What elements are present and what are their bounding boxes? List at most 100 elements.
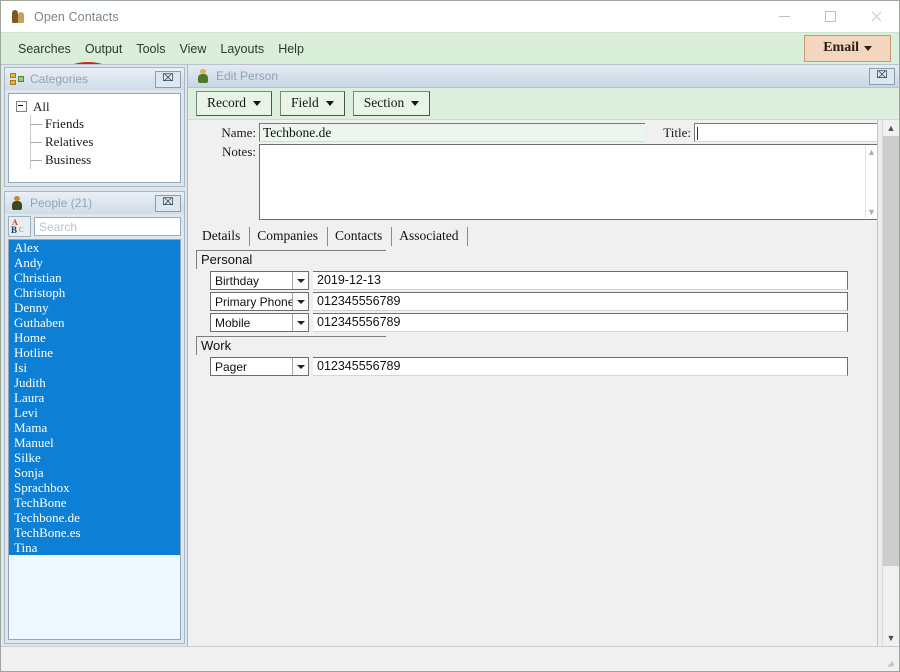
minimize-button[interactable] [761, 1, 807, 32]
list-item[interactable]: Alex [9, 240, 180, 255]
list-item[interactable]: Home [9, 330, 180, 345]
people-icon [10, 195, 25, 211]
list-item[interactable]: Sonja [9, 465, 180, 480]
list-item[interactable]: Hotline [9, 345, 180, 360]
chevron-down-icon[interactable] [292, 272, 308, 289]
list-item[interactable]: Christian [9, 270, 180, 285]
notes-label: Notes: [222, 144, 256, 159]
window-controls [761, 1, 899, 32]
section-menu-label: Section [363, 95, 405, 110]
list-item[interactable]: Silke [9, 450, 180, 465]
app-icon [10, 9, 26, 25]
tab-associated[interactable]: Associated [392, 227, 469, 246]
list-item[interactable]: Denny [9, 300, 180, 315]
field-value-pager[interactable]: 012345556789 [313, 357, 848, 376]
tree-node-all[interactable]: All [12, 98, 177, 115]
tab-companies[interactable]: Companies [250, 227, 328, 246]
list-item[interactable]: Sprachbox [9, 480, 180, 495]
resize-grip-icon[interactable] [884, 657, 896, 669]
content-vertical-scrollbar[interactable]: ▲ ▼ [882, 120, 899, 646]
list-item[interactable]: Levi [9, 405, 180, 420]
people-panel: People (21) ⌧ A B C Search Alex Andy Chris… [4, 191, 185, 644]
notes-scroll-up-icon[interactable]: ▲ [867, 148, 876, 157]
menu-item-searches[interactable]: Searches [11, 39, 78, 59]
chevron-down-icon [864, 45, 872, 51]
tree-collapse-icon[interactable] [16, 101, 27, 112]
edit-person-close-icon[interactable]: ⌧ [869, 67, 895, 85]
section-menu-button[interactable]: Section [352, 91, 431, 116]
scrollbar-thumb[interactable] [883, 136, 899, 566]
list-item[interactable]: TechBone [9, 495, 180, 510]
notes-scrollbar[interactable]: ▲ ▼ [865, 146, 877, 218]
field-row-primary-phone: Primary Phone 012345556789 [210, 292, 848, 311]
field-value-birthday[interactable]: 2019-12-13 [313, 271, 848, 290]
chevron-down-icon[interactable] [292, 314, 308, 331]
menu-item-layouts[interactable]: Layouts [213, 39, 271, 59]
tree-node-business[interactable]: Business [12, 151, 177, 169]
field-type-select-birthday[interactable]: Birthday [210, 271, 309, 290]
list-item[interactable]: Andy [9, 255, 180, 270]
menu-items: Searches Output Tools View Layouts Help [1, 33, 311, 64]
field-row-mobile: Mobile 012345556789 [210, 313, 848, 332]
field-type-select-pager[interactable]: Pager [210, 357, 309, 376]
close-button[interactable] [853, 1, 899, 32]
edit-person-pane: Edit Person ⌧ Record Field Section ▲ ▼ N… [187, 65, 899, 646]
tree-node-friends-label: Friends [45, 116, 84, 131]
field-type-select-primary-phone[interactable]: Primary Phone [210, 292, 309, 311]
title-bar: Open Contacts [1, 1, 899, 32]
name-label: Name: [221, 124, 256, 140]
menu-item-output[interactable]: Output [78, 39, 130, 59]
field-row-birthday: Birthday 2019-12-13 [210, 271, 848, 290]
main-content-area: Categories ⌧ All Friends Relatives Busin… [1, 64, 899, 646]
record-menu-button[interactable]: Record [196, 91, 272, 116]
menu-item-view[interactable]: View [173, 39, 214, 59]
window-title: Open Contacts [34, 9, 119, 24]
list-item[interactable]: Judith [9, 375, 180, 390]
people-list[interactable]: Alex Andy Christian Christoph Denny Guthaben H… [8, 239, 181, 640]
sort-alphabetical-icon[interactable]: A B C [8, 216, 31, 237]
edit-person-toolbar: Record Field Section [188, 88, 899, 120]
list-item[interactable]: Manuel [9, 435, 180, 450]
edit-person-header: Edit Person ⌧ [188, 65, 899, 88]
people-count: (21) [70, 196, 93, 210]
chevron-down-icon[interactable] [292, 358, 308, 375]
scrollbar-track[interactable] [883, 566, 899, 630]
scroll-down-arrow-icon[interactable]: ▼ [883, 630, 899, 646]
field-type-select-mobile[interactable]: Mobile [210, 313, 309, 332]
tree-node-friends[interactable]: Friends [12, 115, 177, 133]
people-panel-close-icon[interactable]: ⌧ [155, 194, 181, 212]
list-item[interactable]: Mama [9, 420, 180, 435]
tree-node-relatives[interactable]: Relatives [12, 133, 177, 151]
list-item[interactable]: Isi [9, 360, 180, 375]
menu-bar: Searches Output Tools View Layouts Help … [1, 32, 899, 90]
chevron-down-icon[interactable] [292, 293, 308, 310]
list-item[interactable]: Christoph [9, 285, 180, 300]
list-item[interactable]: Guthaben [9, 315, 180, 330]
name-input[interactable]: Techbone.de [259, 123, 645, 142]
section-header-work: Work [196, 336, 386, 355]
maximize-button[interactable] [807, 1, 853, 32]
categories-panel-close-icon[interactable]: ⌧ [155, 70, 181, 88]
chevron-down-icon [325, 100, 334, 106]
tab-details[interactable]: Details [198, 227, 251, 246]
title-label: Title: [663, 124, 691, 140]
field-menu-button[interactable]: Field [279, 91, 345, 116]
list-item[interactable]: Laura [9, 390, 180, 405]
menu-item-help[interactable]: Help [271, 39, 311, 59]
sort-icon-b: B [11, 225, 18, 235]
scroll-up-arrow-icon[interactable]: ▲ [883, 120, 899, 136]
list-item[interactable]: Tina [9, 540, 180, 555]
tab-contacts[interactable]: Contacts [328, 227, 393, 246]
categories-tree[interactable]: All Friends Relatives Business [8, 93, 181, 183]
field-value-mobile[interactable]: 012345556789 [313, 313, 848, 332]
list-item[interactable]: Techbone.de [9, 510, 180, 525]
list-item[interactable]: TechBone.es [9, 525, 180, 540]
people-search-input[interactable]: Search [34, 217, 181, 236]
field-value-primary-phone[interactable]: 012345556789 [313, 292, 848, 311]
email-button[interactable]: Email [804, 35, 891, 62]
field-type-label: Mobile [215, 315, 251, 330]
title-input[interactable] [694, 123, 878, 142]
menu-item-tools[interactable]: Tools [129, 39, 172, 59]
notes-textarea[interactable]: ▲ ▼ [259, 144, 878, 220]
notes-scroll-down-icon[interactable]: ▼ [867, 208, 876, 217]
